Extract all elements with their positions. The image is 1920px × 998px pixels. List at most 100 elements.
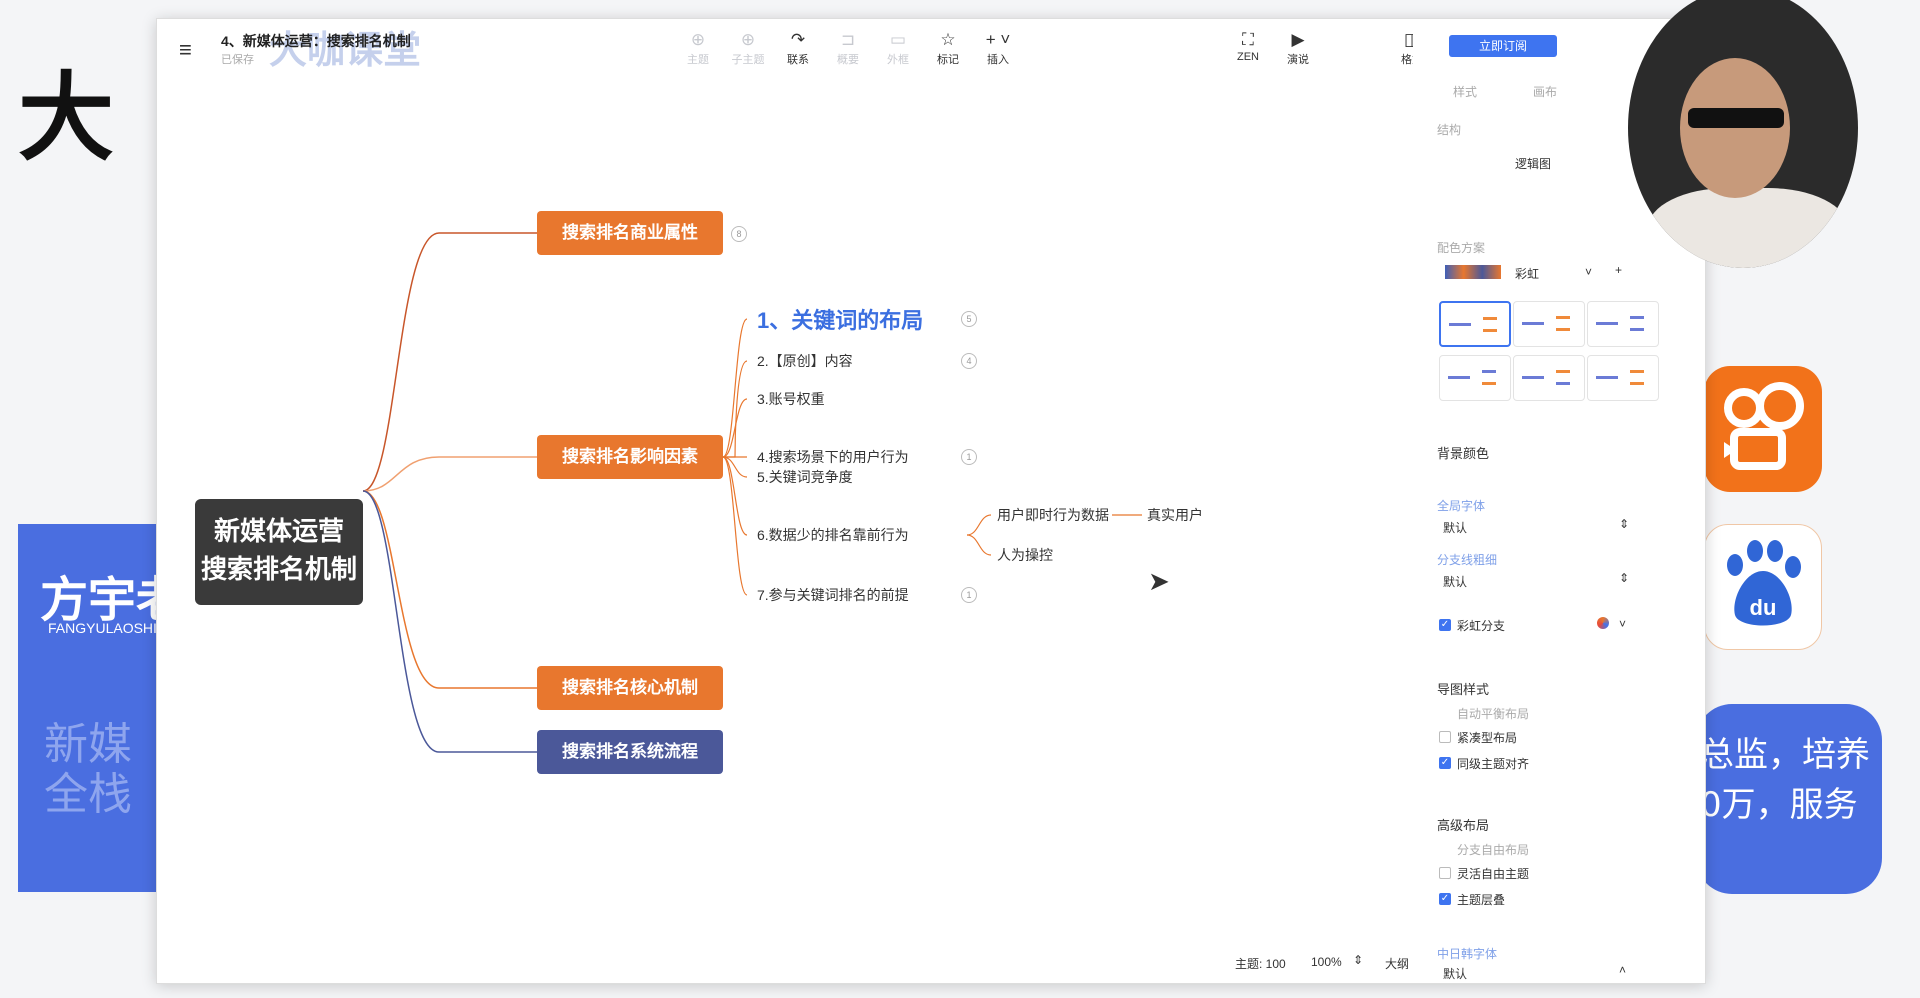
insert-button[interactable]: + ˅ 插入 — [975, 29, 1021, 67]
root-topic-line: 新媒体运营 — [213, 517, 344, 547]
collapse-badge[interactable]: 4 — [961, 353, 977, 369]
relationship-icon: ↷ — [790, 30, 806, 49]
scheme-value[interactable]: 彩虹 — [1515, 265, 1539, 282]
play-icon: ▶ — [1291, 30, 1305, 49]
branch-thickness-select[interactable]: 默认 — [1443, 573, 1467, 590]
subtopic-manipulation[interactable]: 人为操控 — [997, 545, 1053, 565]
cjk-font-select[interactable]: 默认 — [1443, 965, 1467, 982]
marker-button[interactable]: ☆ 标记 — [925, 29, 971, 67]
kuaishou-logo-icon — [1704, 366, 1822, 492]
scheme-swatch[interactable] — [1445, 265, 1501, 279]
free-topic-checkbox[interactable] — [1439, 867, 1451, 879]
align-siblings-checkbox[interactable]: ✓ — [1439, 757, 1451, 769]
theme-card[interactable] — [1587, 301, 1659, 347]
summary-label: 概要 — [837, 54, 859, 66]
factor-topic-5-label: 5.关键词竞争度 — [757, 469, 853, 485]
zoom-level[interactable]: 100% — [1311, 955, 1342, 969]
collapse-badge[interactable]: 1 — [961, 449, 977, 465]
add-scheme-icon[interactable]: + — [1615, 263, 1622, 277]
factor-topic-7[interactable]: 7.参与关键词排名的前提 — [757, 585, 909, 605]
subscribe-button[interactable]: 立即订阅 — [1449, 35, 1557, 57]
mindmap-canvas[interactable]: 新媒体运营 搜索排名机制 搜索排名商业属性 8 搜索排名影响因素 搜索排名核心机… — [157, 79, 1413, 983]
updown-icon[interactable]: ⇕ — [1619, 517, 1629, 531]
document-title[interactable]: 4、新媒体运营：搜索排名机制 — [221, 31, 411, 51]
mindmap-app-window: ≡ 大咖课堂 4、新媒体运营：搜索排名机制 已保存 ⊕ 主题 ⊕ 子主题 ↷ 联系 ⊐… — [156, 18, 1706, 984]
align-siblings-label: 同级主题对齐 — [1457, 757, 1530, 771]
theme-card[interactable] — [1439, 301, 1511, 347]
scheme-label: 配色方案 — [1437, 241, 1486, 255]
outline-button[interactable]: 大纲 — [1385, 955, 1409, 972]
overlap-checkbox[interactable]: ✓ — [1439, 893, 1451, 905]
save-status: 已保存 — [221, 54, 254, 66]
topic-label: 主题 — [687, 54, 709, 66]
compact-layout-label: 紧凑型布局 — [1457, 731, 1518, 745]
subtopic-button[interactable]: ⊕ 子主题 — [725, 29, 771, 67]
menu-icon[interactable]: ≡ — [179, 37, 192, 63]
updown-icon[interactable]: ⇕ — [1619, 571, 1629, 585]
theme-card[interactable] — [1513, 355, 1585, 401]
rainbow-color-icon[interactable] — [1597, 617, 1609, 629]
updown-icon[interactable]: ⇕ — [1353, 953, 1363, 967]
root-topic-line: 搜索排名机制 — [200, 555, 357, 585]
factor-topic-3[interactable]: 3.账号权重 — [757, 389, 825, 409]
background-right-line: 0万，服务 — [1700, 785, 1858, 825]
collapse-badge[interactable]: 5 — [961, 311, 977, 327]
zen-button[interactable]: ⛶ ZEN — [1225, 29, 1271, 63]
theme-card[interactable] — [1439, 355, 1511, 401]
collapse-badge[interactable]: 8 — [731, 226, 747, 242]
background-right-text: 总监，培养 0万，服务 — [1700, 730, 1870, 830]
structure-value[interactable]: 逻辑图 — [1515, 155, 1551, 172]
tab-canvas[interactable]: 画布 — [1533, 83, 1557, 100]
factor-topic-6[interactable]: 6.数据少的排名靠前行为 — [757, 525, 909, 545]
collapse-badge[interactable]: 1 — [961, 587, 977, 603]
factor-topic-4[interactable]: 4.搜索场景下的用户行为 — [757, 447, 909, 467]
structure-label: 结构 — [1437, 123, 1462, 137]
fullscreen-icon: ⛶ — [1242, 30, 1254, 49]
chevron-down-icon[interactable]: ˅ — [1619, 617, 1626, 631]
topic-button[interactable]: ⊕ 主题 — [675, 29, 721, 67]
summary-icon: ⊐ — [840, 30, 856, 49]
toolbar: ≡ 大咖课堂 4、新媒体运营：搜索排名机制 已保存 ⊕ 主题 ⊕ 子主题 ↷ 联系 ⊐… — [157, 19, 1437, 79]
factor-topic-2[interactable]: 2.【原创】内容 — [757, 351, 853, 371]
rainbow-branch-checkbox[interactable]: ✓ — [1439, 619, 1451, 631]
pitch-button[interactable]: ▶ 演说 — [1275, 29, 1321, 67]
background-dim-line: 新媒 — [44, 719, 132, 770]
topic-icon: ⊕ — [690, 30, 706, 49]
bg-color-label: 背景颜色 — [1437, 446, 1490, 461]
chevron-down-icon[interactable]: ˅ — [1585, 265, 1592, 279]
presenter-webcam-avatar — [1628, 0, 1858, 268]
free-branch-label: 分支自由布局 — [1457, 843, 1530, 857]
subtopic-real-user[interactable]: 真实用户 — [1147, 505, 1203, 525]
background-big-char: 大 — [18, 62, 114, 174]
branch-factors[interactable]: 搜索排名影响因素 — [537, 435, 723, 479]
relationship-button[interactable]: ↷ 联系 — [775, 29, 821, 67]
font-select[interactable]: 默认 — [1443, 519, 1467, 536]
boundary-icon: ▭ — [889, 30, 907, 49]
subtopic-icon: ⊕ — [740, 30, 756, 49]
chevron-up-icon[interactable]: ˄ — [1619, 963, 1626, 977]
compact-layout-checkbox[interactable] — [1439, 731, 1451, 743]
boundary-button[interactable]: ▭ 外框 — [875, 29, 921, 67]
branch-thickness-label: 分支线粗细 — [1437, 553, 1498, 567]
factor-topic-1[interactable]: 1、关键词的布局 — [757, 303, 923, 335]
branch-core[interactable]: 搜索排名核心机制 — [537, 666, 723, 710]
root-topic[interactable]: 新媒体运营 搜索排名机制 — [195, 499, 363, 605]
subtopic-user-behavior[interactable]: 用户即时行为数据 — [997, 505, 1109, 525]
auto-balance-label: 自动平衡布局 — [1457, 707, 1530, 721]
font-label: 全局字体 — [1437, 499, 1486, 513]
branch-commercial[interactable]: 搜索排名商业属性 — [537, 211, 723, 255]
tab-style[interactable]: 样式 — [1453, 83, 1477, 100]
theme-card[interactable] — [1513, 301, 1585, 347]
theme-card[interactable] — [1587, 355, 1659, 401]
branch-process[interactable]: 搜索排名系统流程 — [537, 730, 723, 774]
baidu-logo-icon: du — [1704, 524, 1822, 650]
svg-text:du: du — [1750, 595, 1777, 620]
star-icon: ☆ — [940, 30, 956, 49]
summary-button[interactable]: ⊐ 概要 — [825, 29, 871, 67]
factor-topic-5[interactable]: 5.关键词竞争度 — [757, 467, 853, 487]
presenter-face — [1680, 58, 1790, 198]
cjk-font-label: 中日韩字体 — [1437, 947, 1498, 961]
overlap-label: 主题层叠 — [1457, 893, 1506, 907]
background-sub: FANGYULAOSHI — [48, 620, 157, 636]
zen-label: ZEN — [1237, 51, 1259, 63]
